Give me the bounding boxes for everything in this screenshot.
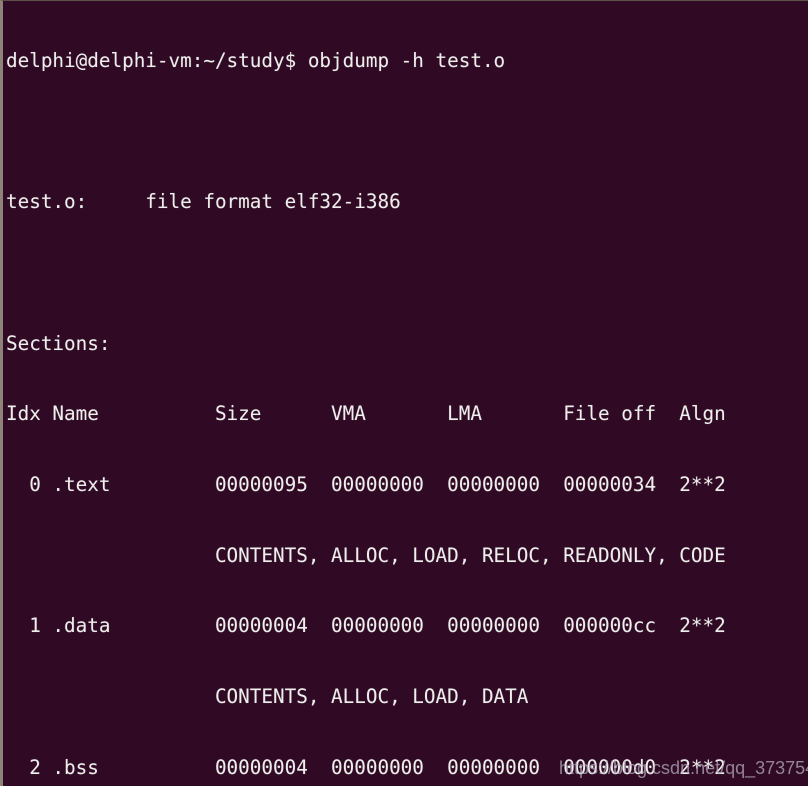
terminal-line-section-row: 1 .data 00000004 00000000 00000000 00000… (6, 614, 726, 638)
terminal-line-section-row: 2 .bss 00000004 00000000 00000000 000000… (6, 755, 726, 779)
terminal-window[interactable]: delphi@delphi-vm:~/study$ objdump -h tes… (0, 0, 808, 786)
terminal-output-area[interactable]: delphi@delphi-vm:~/study$ objdump -h tes… (3, 1, 749, 786)
terminal-line-sections-label: Sections: (6, 331, 111, 355)
terminal-line-section-row: 0 .text 00000095 00000000 00000000 00000… (6, 472, 726, 496)
terminal-line-table-header: Idx Name Size VMA LMA File off Algn (6, 402, 726, 426)
terminal-line-section-flags: CONTENTS, ALLOC, LOAD, DATA (6, 684, 529, 708)
terminal-line-command: delphi@delphi-vm:~/study$ objdump -h tes… (6, 49, 506, 73)
terminal-line-file-format: test.o: file format elf32-i386 (6, 190, 401, 214)
terminal-line-section-flags: CONTENTS, ALLOC, LOAD, RELOC, READONLY, … (6, 543, 726, 567)
